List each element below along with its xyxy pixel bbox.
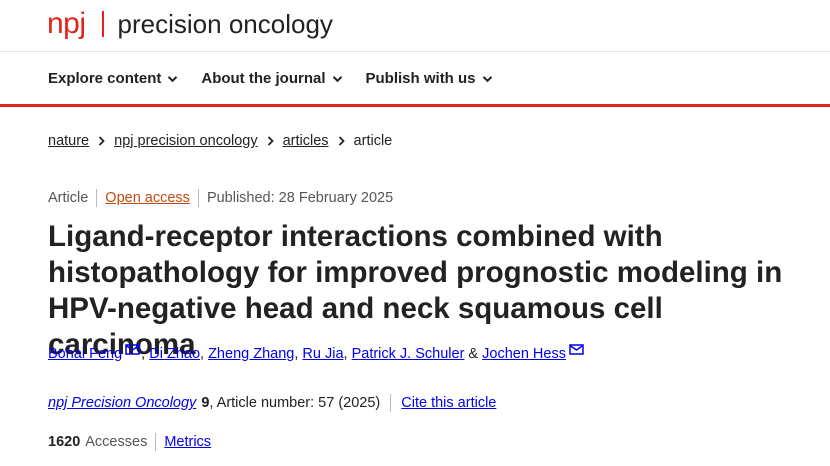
breadcrumb: nature npj precision oncology articles a… [48,133,392,149]
email-icon[interactable] [569,343,584,355]
breadcrumb-current: article [353,133,393,149]
nav-item-label: Publish with us [365,70,476,87]
breadcrumb-link-articles[interactable]: articles [283,133,329,149]
nav-item-label: Explore content [48,70,162,87]
author-separator: , [200,346,209,362]
nav-item-label: About the journal [201,70,326,87]
author-link[interactable]: Zheng Zhang [208,346,294,362]
author-list: Bohai Feng , Di Zhao , Zheng Zhang , Ru … [48,343,585,362]
main-nav: Explore content About the journal Publis… [0,52,830,107]
meta-divider [197,189,199,207]
nav-publish-with-us[interactable]: Publish with us [366,70,493,87]
brand-name: npj [47,7,86,40]
breadcrumb-link-journal[interactable]: npj precision oncology [114,133,257,149]
email-icon[interactable] [125,343,140,355]
chevron-down-icon [482,75,492,82]
site-header: npj precision oncology [0,0,830,52]
article-type: Article [48,190,89,206]
author-link[interactable]: Patrick J. Schuler [352,346,465,362]
author-link[interactable]: Ru Jia [302,346,343,362]
citation-line: npj Precision Oncology 9 , Article numbe… [48,394,496,412]
nav-explore-content[interactable]: Explore content [48,70,178,87]
accesses-count: 1620 [48,434,81,450]
article-metrics: 1620 Accesses Metrics [48,433,211,451]
chevron-right-icon [338,136,345,146]
journal-name: precision oncology [117,9,333,39]
chevron-down-icon [168,75,178,82]
author-separator: , [141,346,150,362]
article-number: , Article number: 57 (2025) [209,395,381,411]
journal-logo[interactable]: npj precision oncology [47,6,333,42]
breadcrumb-link-nature[interactable]: nature [48,133,89,149]
author-separator: , [343,346,352,362]
logo-divider [101,11,104,37]
chevron-right-icon [98,136,105,146]
metrics-divider [155,433,157,451]
published-date: Published: 28 February 2025 [206,190,394,206]
author-link[interactable]: Jochen Hess [482,346,566,362]
article-title: Ligand-receptor interactions combined wi… [48,220,783,361]
chevron-right-icon [267,136,274,146]
citation-divider [390,394,392,412]
nav-about-the-journal[interactable]: About the journal [201,70,342,87]
meta-divider [96,189,98,207]
metrics-link[interactable]: Metrics [164,434,211,450]
journal-link[interactable]: npj Precision Oncology [48,395,196,411]
open-access-link[interactable]: Open access [105,190,190,206]
author-link[interactable]: Bohai Feng [48,346,122,362]
chevron-down-icon [332,75,342,82]
cite-this-article-link[interactable]: Cite this article [401,395,496,411]
author-separator: , [294,346,303,362]
article-meta: Article Open access Published: 28 Februa… [48,189,393,207]
author-link[interactable]: Di Zhao [149,346,200,362]
volume-number: 9 [201,395,210,411]
accesses-label: Accesses [85,434,148,450]
author-last-join: & [464,346,483,362]
